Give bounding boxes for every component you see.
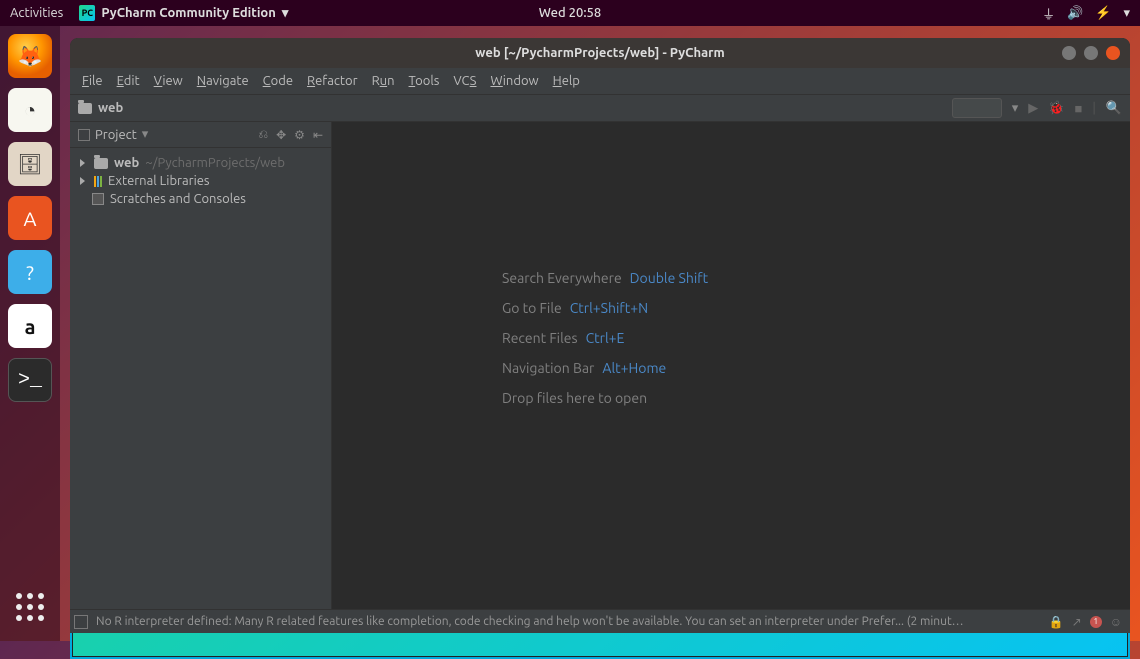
menu-refactor[interactable]: Refactor xyxy=(307,74,358,88)
pycharm-icon: PC xyxy=(79,5,95,21)
welcome-hints: Search Everywhere Double Shift Go to File… xyxy=(502,270,708,420)
grid-icon xyxy=(16,593,44,621)
tree-scratches[interactable]: Scratches and Consoles xyxy=(76,190,325,208)
tree-root-path: ~/PycharmProjects/web xyxy=(145,156,285,170)
activities[interactable]: Activities xyxy=(10,6,63,20)
minimize-button[interactable] xyxy=(1062,46,1076,60)
status-bar: No R interpreter defined: Many R related… xyxy=(70,609,1130,633)
launcher-help[interactable]: ? xyxy=(8,250,52,294)
project-panel-title[interactable]: Project xyxy=(95,128,137,142)
project-sidebar: Project ▾ ⎌ ✥ ⚙ ⇤ web ~/PycharmProjects/… xyxy=(70,122,332,609)
hide-icon[interactable]: ⇤ xyxy=(313,128,323,142)
editor-area[interactable]: Search Everywhere Double Shift Go to File… xyxy=(332,122,1130,609)
hint-gotofile-key: Ctrl+Shift+N xyxy=(570,300,648,316)
expand-arrow-icon[interactable] xyxy=(80,177,88,185)
hint-search: Search Everywhere xyxy=(502,270,622,286)
chevron-down-icon[interactable]: ▾ xyxy=(142,127,149,142)
launcher-firefox[interactable]: 🦊 xyxy=(8,34,52,78)
menu-file[interactable]: FFileile xyxy=(82,74,103,88)
stop-button[interactable]: ■ xyxy=(1074,101,1082,116)
launcher-amazon[interactable]: a xyxy=(8,304,52,348)
breadcrumb[interactable]: web xyxy=(78,101,123,115)
hint-gotofile: Go to File xyxy=(502,300,562,316)
launcher-disks[interactable]: ◔ xyxy=(8,88,52,132)
chevron-down-icon: ▾ xyxy=(282,6,289,21)
chevron-down-icon[interactable]: ▾ xyxy=(1012,101,1019,116)
launcher-terminal[interactable]: >_ xyxy=(8,358,52,402)
event-log-badge[interactable]: 1 xyxy=(1090,616,1102,628)
separator: | xyxy=(1092,101,1096,115)
breadcrumb-label: web xyxy=(98,101,123,115)
close-button[interactable] xyxy=(1106,46,1120,60)
status-message[interactable]: No R interpreter defined: Many R related… xyxy=(96,615,966,628)
chevron-down-icon[interactable]: ▾ xyxy=(1123,6,1130,21)
window-title: web [~/PycharmProjects/web] - PyCharm xyxy=(475,46,724,60)
hint-navbar-key: Alt+Home xyxy=(602,360,666,376)
menu-navigate[interactable]: Navigate xyxy=(197,74,249,88)
locate-icon[interactable]: ✥ xyxy=(276,128,286,142)
libraries-icon xyxy=(94,176,102,187)
tree-item-label: Scratches and Consoles xyxy=(110,192,246,206)
scratches-icon xyxy=(92,193,104,205)
tree-root[interactable]: web ~/PycharmProjects/web xyxy=(76,154,325,172)
menu-edit[interactable]: Edit xyxy=(117,74,140,88)
tree-root-label: web xyxy=(114,156,139,170)
menu-vcs[interactable]: VCS xyxy=(453,74,476,88)
battery-icon[interactable]: ⚡ xyxy=(1095,6,1111,21)
network-icon[interactable]: ⏚ xyxy=(1042,4,1055,23)
gear-icon[interactable]: ⚙ xyxy=(294,128,305,142)
app-menu-label: PyCharm Community Edition xyxy=(101,6,276,20)
menu-tools[interactable]: Tools xyxy=(409,74,440,88)
hint-navbar: Navigation Bar xyxy=(502,360,594,376)
app-menu[interactable]: PC PyCharm Community Edition ▾ xyxy=(79,5,288,21)
expand-arrow-icon[interactable] xyxy=(80,159,88,167)
titlebar[interactable]: web [~/PycharmProjects/web] - PyCharm xyxy=(70,38,1130,68)
project-icon xyxy=(78,129,90,141)
menu-code[interactable]: Code xyxy=(263,74,293,88)
hint-search-key: Double Shift xyxy=(630,270,708,286)
tool-windows-icon[interactable] xyxy=(74,615,88,629)
pycharm-window: web [~/PycharmProjects/web] - PyCharm FF… xyxy=(70,38,1130,633)
folder-icon xyxy=(78,103,92,114)
menu-window[interactable]: Window xyxy=(490,74,538,88)
folder-icon xyxy=(94,158,108,169)
clock[interactable]: Wed 20:58 xyxy=(539,6,601,20)
run-config-select[interactable] xyxy=(952,98,1002,118)
menu-run[interactable]: Run xyxy=(372,74,395,88)
debug-button[interactable]: 🐞 xyxy=(1048,101,1064,116)
menu-view[interactable]: View xyxy=(154,74,183,88)
volume-icon[interactable]: 🔊 xyxy=(1067,6,1083,21)
maximize-button[interactable] xyxy=(1084,46,1098,60)
ubuntu-launcher: 🦊 ◔ 🗄 A ? a >_ PC xyxy=(0,26,60,641)
toolbar: web ▾ ▶ 🐞 ■ | 🔍 xyxy=(70,94,1130,122)
launcher-software[interactable]: A xyxy=(8,196,52,240)
hint-recent: Recent Files xyxy=(502,330,578,346)
tree-item-label: External Libraries xyxy=(108,174,210,188)
hint-recent-key: Ctrl+E xyxy=(586,330,625,346)
show-applications[interactable] xyxy=(8,585,52,629)
hector-icon[interactable]: ☺ xyxy=(1110,615,1122,629)
run-button[interactable]: ▶ xyxy=(1028,101,1038,116)
ubuntu-top-bar: Activities PC PyCharm Community Edition … xyxy=(0,0,1140,26)
lock-icon[interactable]: 🔒 xyxy=(1049,615,1064,629)
goto-icon[interactable]: ↗ xyxy=(1072,615,1082,629)
project-panel-header: Project ▾ ⎌ ✥ ⚙ ⇤ xyxy=(70,122,331,148)
collapse-all-icon[interactable]: ⎌ xyxy=(259,128,269,142)
hint-drop: Drop files here to open xyxy=(502,390,647,406)
tree-external-libs[interactable]: External Libraries xyxy=(76,172,325,190)
launcher-files[interactable]: 🗄 xyxy=(8,142,52,186)
search-icon[interactable]: 🔍 xyxy=(1106,101,1122,116)
project-tree: web ~/PycharmProjects/web External Libra… xyxy=(70,148,331,214)
menubar: FFileile Edit View Navigate Code Refacto… xyxy=(70,68,1130,94)
menu-help[interactable]: Help xyxy=(553,74,580,88)
